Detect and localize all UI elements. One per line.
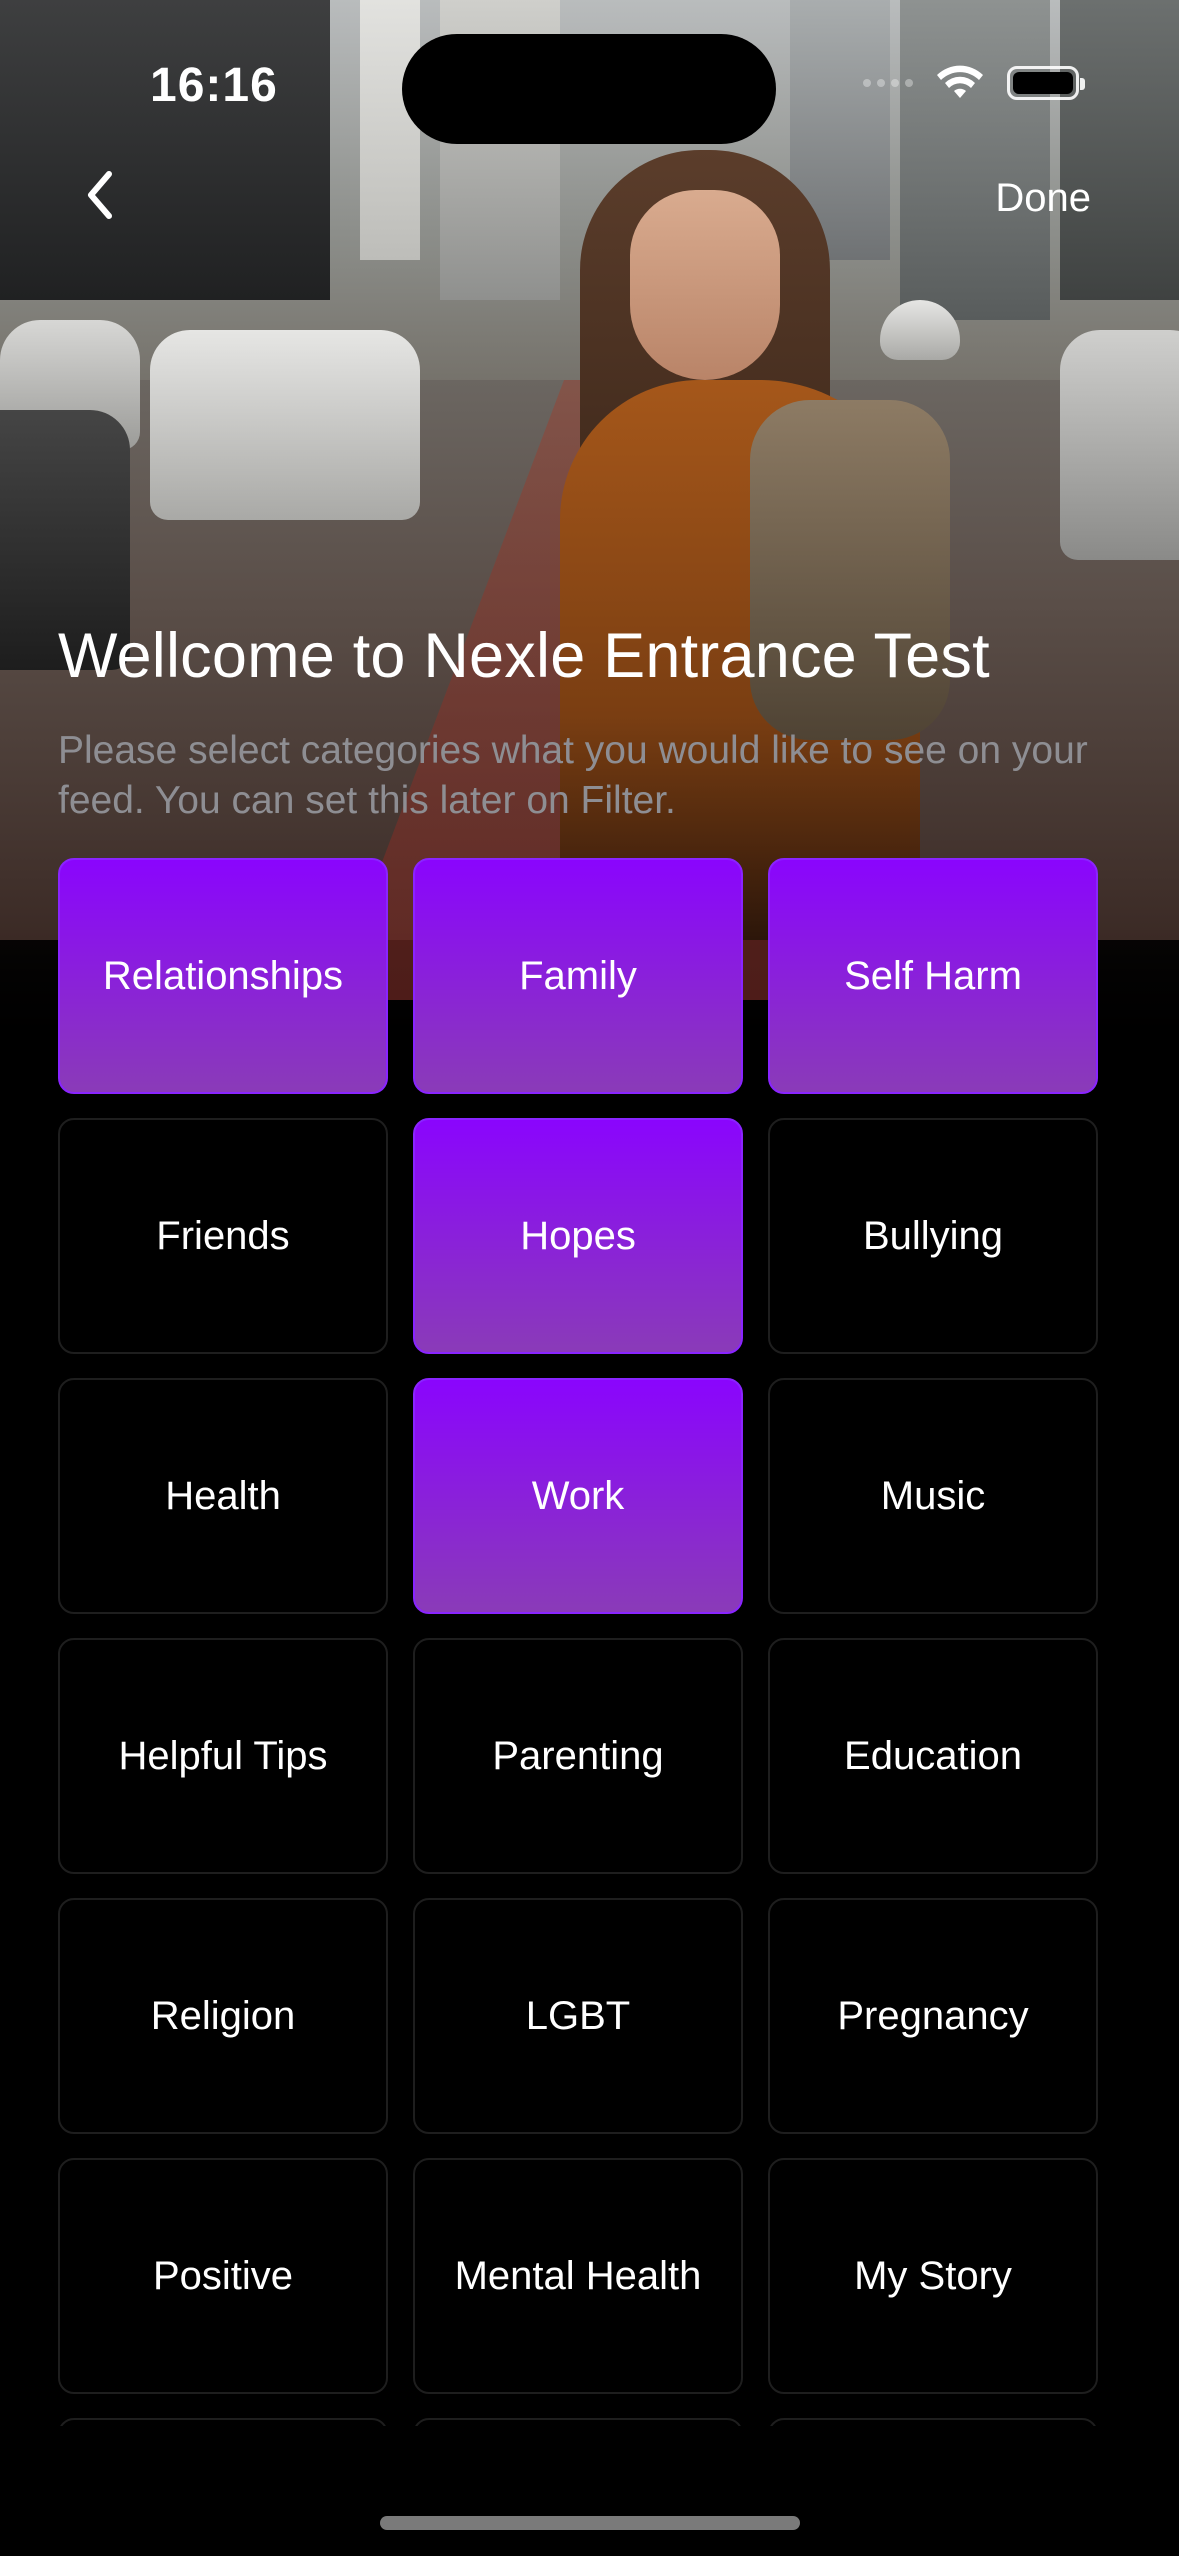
- category-tile-education[interactable]: Education: [768, 1638, 1098, 1874]
- category-tile-my-story[interactable]: My Story: [768, 2158, 1098, 2394]
- category-tile-music[interactable]: Music: [768, 1378, 1098, 1614]
- category-label: Pregnancy: [837, 1993, 1029, 2038]
- home-indicator[interactable]: [380, 2516, 800, 2530]
- category-label: Music: [880, 1473, 986, 1518]
- category-tile-empty-20[interactable]: [768, 2418, 1098, 2426]
- category-label: Parenting: [492, 1733, 664, 1778]
- category-tile-mental-health[interactable]: Mental Health: [413, 2158, 743, 2394]
- category-label: Helpful Tips: [118, 1733, 328, 1778]
- category-tile-health[interactable]: Health: [58, 1378, 388, 1614]
- category-tile-bullying[interactable]: Bullying: [768, 1118, 1098, 1354]
- category-label: Work: [531, 1473, 625, 1518]
- category-tile-positive[interactable]: Positive: [58, 2158, 388, 2394]
- category-tile-self-harm[interactable]: Self Harm: [768, 858, 1098, 1094]
- category-label: Religion: [150, 1993, 296, 2038]
- category-label: LGBT: [525, 1993, 631, 2038]
- category-label: Mental Health: [454, 2253, 702, 2298]
- category-tile-work[interactable]: Work: [413, 1378, 743, 1614]
- category-tile-helpful-tips[interactable]: Helpful Tips: [58, 1638, 388, 1874]
- category-tile-hopes[interactable]: Hopes: [413, 1118, 743, 1354]
- category-label: Hopes: [520, 1213, 636, 1258]
- category-label: Bullying: [862, 1213, 1004, 1258]
- category-tile-friends[interactable]: Friends: [58, 1118, 388, 1354]
- category-tile-family[interactable]: Family: [413, 858, 743, 1094]
- category-label: Positive: [152, 2253, 294, 2298]
- category-tile-relationships[interactable]: Relationships: [58, 858, 388, 1094]
- category-tile-lgbt[interactable]: LGBT: [413, 1898, 743, 2134]
- category-label: Self Harm: [844, 953, 1022, 998]
- category-tile-empty-19[interactable]: [413, 2418, 743, 2426]
- category-grid: Relationships Family Self Harm Friends Hopes…: [58, 858, 1098, 2426]
- category-label: My Story: [854, 2253, 1012, 2298]
- category-label: Friends: [156, 1213, 290, 1258]
- category-label: Relationships: [102, 953, 344, 998]
- category-tile-religion[interactable]: Religion: [58, 1898, 388, 2134]
- category-label: Education: [844, 1733, 1022, 1778]
- category-label: Health: [165, 1473, 281, 1518]
- category-label: Family: [519, 953, 637, 998]
- category-scroll-area[interactable]: Relationships Family Self Harm Friends Hopes…: [0, 0, 1179, 2426]
- category-tile-empty-18[interactable]: [58, 2418, 388, 2426]
- category-tile-pregnancy[interactable]: Pregnancy: [768, 1898, 1098, 2134]
- category-tile-parenting[interactable]: Parenting: [413, 1638, 743, 1874]
